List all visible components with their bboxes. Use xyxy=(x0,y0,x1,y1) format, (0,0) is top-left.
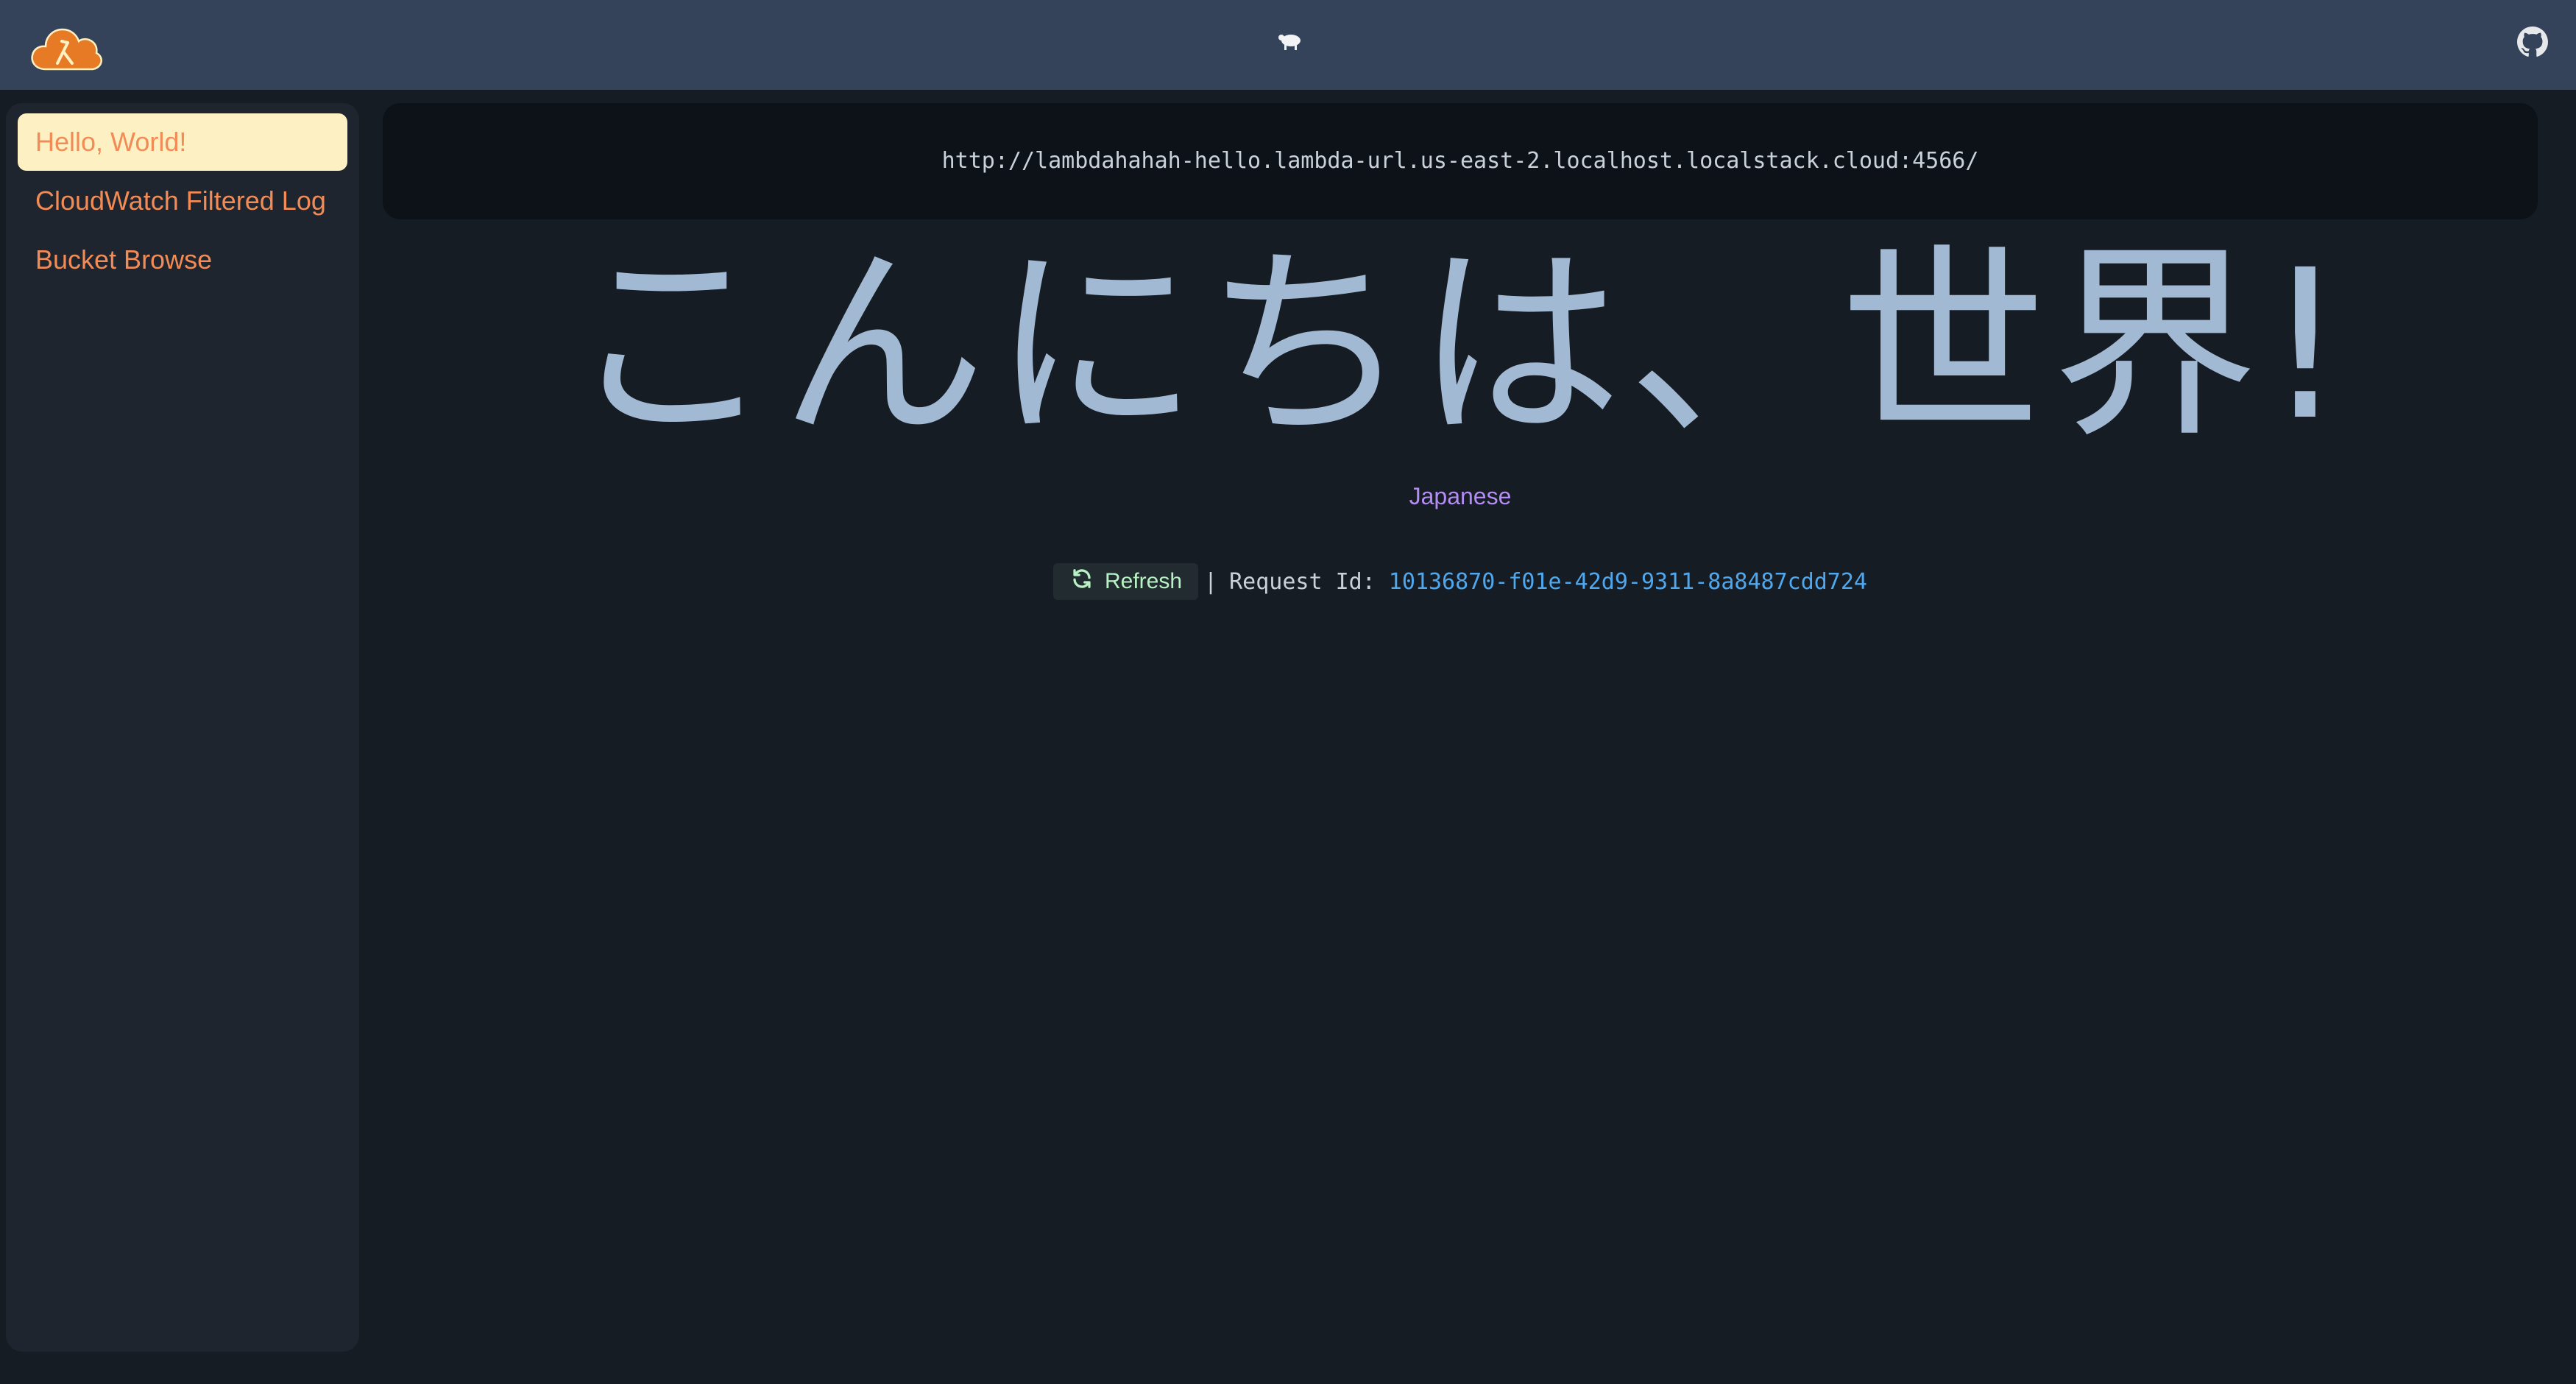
language-label: Japanese xyxy=(1409,483,1512,509)
github-icon[interactable] xyxy=(2517,27,2548,57)
sheep-icon xyxy=(1276,31,1303,52)
refresh-button[interactable]: Refresh xyxy=(1052,563,1199,600)
sidebar-item-hello-world[interactable]: Hello, World! xyxy=(18,113,347,171)
separator: | xyxy=(1204,568,1218,595)
request-info-row: Refresh | Request Id: 10136870-f01e-42d9… xyxy=(383,562,2538,601)
refresh-icon xyxy=(1071,568,1105,596)
lambda-cloud-logo-icon[interactable] xyxy=(29,22,103,75)
url-card: http://lambdahahah-hello.lambda-url.us-e… xyxy=(383,103,2538,219)
request-id-label: Request Id: xyxy=(1229,568,1376,595)
sidebar: Hello, World! CloudWatch Filtered Log Bu… xyxy=(6,103,359,1352)
sidebar-item-bucket-browse[interactable]: Bucket Browse xyxy=(18,231,347,289)
refresh-button-label: Refresh xyxy=(1104,569,1183,593)
sidebar-item-cloudwatch-filtered-log[interactable]: CloudWatch Filtered Log xyxy=(18,172,347,230)
function-url: http://lambdahahah-hello.lambda-url.us-e… xyxy=(941,148,1979,174)
request-id-value: 10136870-f01e-42d9-9311-8a8487cdd724 xyxy=(1388,568,1867,595)
top-bar xyxy=(0,0,2576,90)
greeting-text: こんにちは、世界! xyxy=(567,226,2353,466)
